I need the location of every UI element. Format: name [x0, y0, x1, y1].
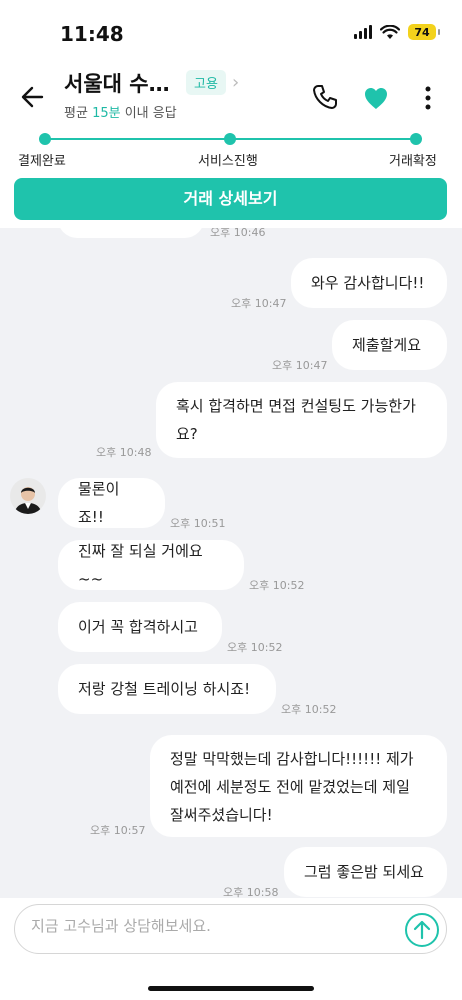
message-time: 오후 10:52 [227, 641, 283, 654]
battery-level: 74 [414, 25, 430, 39]
step-payment-complete: 결제완료 [18, 154, 66, 169]
message-bubble: 이거 꼭 합격하시고 [58, 602, 222, 652]
message-bubble: 혹시 합격하면 면접 컨설팅도 가능한가 요? [156, 382, 447, 458]
status-time: 11:48 [60, 22, 124, 46]
progress-dot-2 [224, 133, 236, 145]
message-bubble: 제출할게요 [332, 320, 447, 370]
message-bubble: 정말 막막했는데 감사합니다!!!!!! 제가 예전에 세분정도 전에 맡겼었는… [150, 735, 447, 837]
wifi-icon [380, 24, 400, 39]
status-bar: 11:48 74 [0, 0, 462, 62]
response-suffix: 이내 응답 [120, 106, 177, 121]
message-time: 오후 10:52 [281, 703, 337, 716]
deal-progress: 결제완료 서비스진행 거래확정 [0, 130, 462, 178]
avatar-image [10, 478, 46, 514]
chat-title[interactable]: 서울대 수… [64, 68, 170, 98]
status-icons: 74 [354, 24, 440, 40]
message-bubble-partial [58, 228, 204, 238]
message-input-container [14, 904, 447, 954]
battery-icon: 74 [408, 24, 440, 40]
chevron-right-icon[interactable]: › [232, 72, 239, 93]
message-input[interactable] [31, 917, 391, 935]
message-bubble: 그럼 좋은밤 되세요 [284, 847, 447, 897]
message-bubble: 저랑 강철 트레이닝 하시죠! [58, 664, 276, 714]
chat-header: 서울대 수… 고용 › 평균 15분 이내 응답 [0, 62, 462, 130]
step-in-progress: 서비스진행 [198, 154, 258, 169]
home-indicator [148, 986, 314, 991]
message-bubble: 와우 감사합니다!! [291, 258, 447, 308]
send-arrow-icon[interactable] [404, 912, 440, 948]
message-time: 오후 10:52 [249, 579, 305, 592]
deal-detail-button[interactable]: 거래 상세보기 [14, 178, 447, 220]
chat-area[interactable]: 오후 10:46 와우 감사합니다!! 오후 10:47 제출할게요 오후 10… [0, 228, 462, 898]
message-bubble: 물론이죠!! [58, 478, 165, 528]
message-time: 오후 10:47 [272, 359, 328, 372]
back-arrow-icon[interactable] [18, 82, 48, 112]
hire-tag: 고용 [186, 70, 226, 95]
message-time: 오후 10:57 [90, 824, 146, 837]
progress-dot-3 [410, 133, 422, 145]
step-confirmed: 거래확정 [389, 154, 437, 169]
message-bubble: 진짜 잘 되실 거에요~~ [58, 540, 244, 590]
phone-icon[interactable] [310, 82, 340, 112]
heart-icon[interactable] [362, 84, 390, 112]
message-time: 오후 10:51 [170, 517, 226, 530]
response-minutes: 15분 [92, 106, 121, 121]
progress-dot-1 [39, 133, 51, 145]
message-time: 오후 10:58 [223, 886, 279, 898]
expert-avatar[interactable] [10, 478, 46, 514]
message-time: 오후 10:48 [96, 446, 152, 459]
response-time: 평균 15분 이내 응답 [64, 102, 177, 121]
response-prefix: 평균 [64, 106, 93, 121]
message-input-bar [0, 898, 462, 1000]
more-vertical-icon[interactable] [418, 84, 438, 112]
message-time: 오후 10:47 [231, 297, 287, 310]
message-time-partial: 오후 10:46 [210, 228, 266, 239]
signal-icon [354, 25, 372, 39]
